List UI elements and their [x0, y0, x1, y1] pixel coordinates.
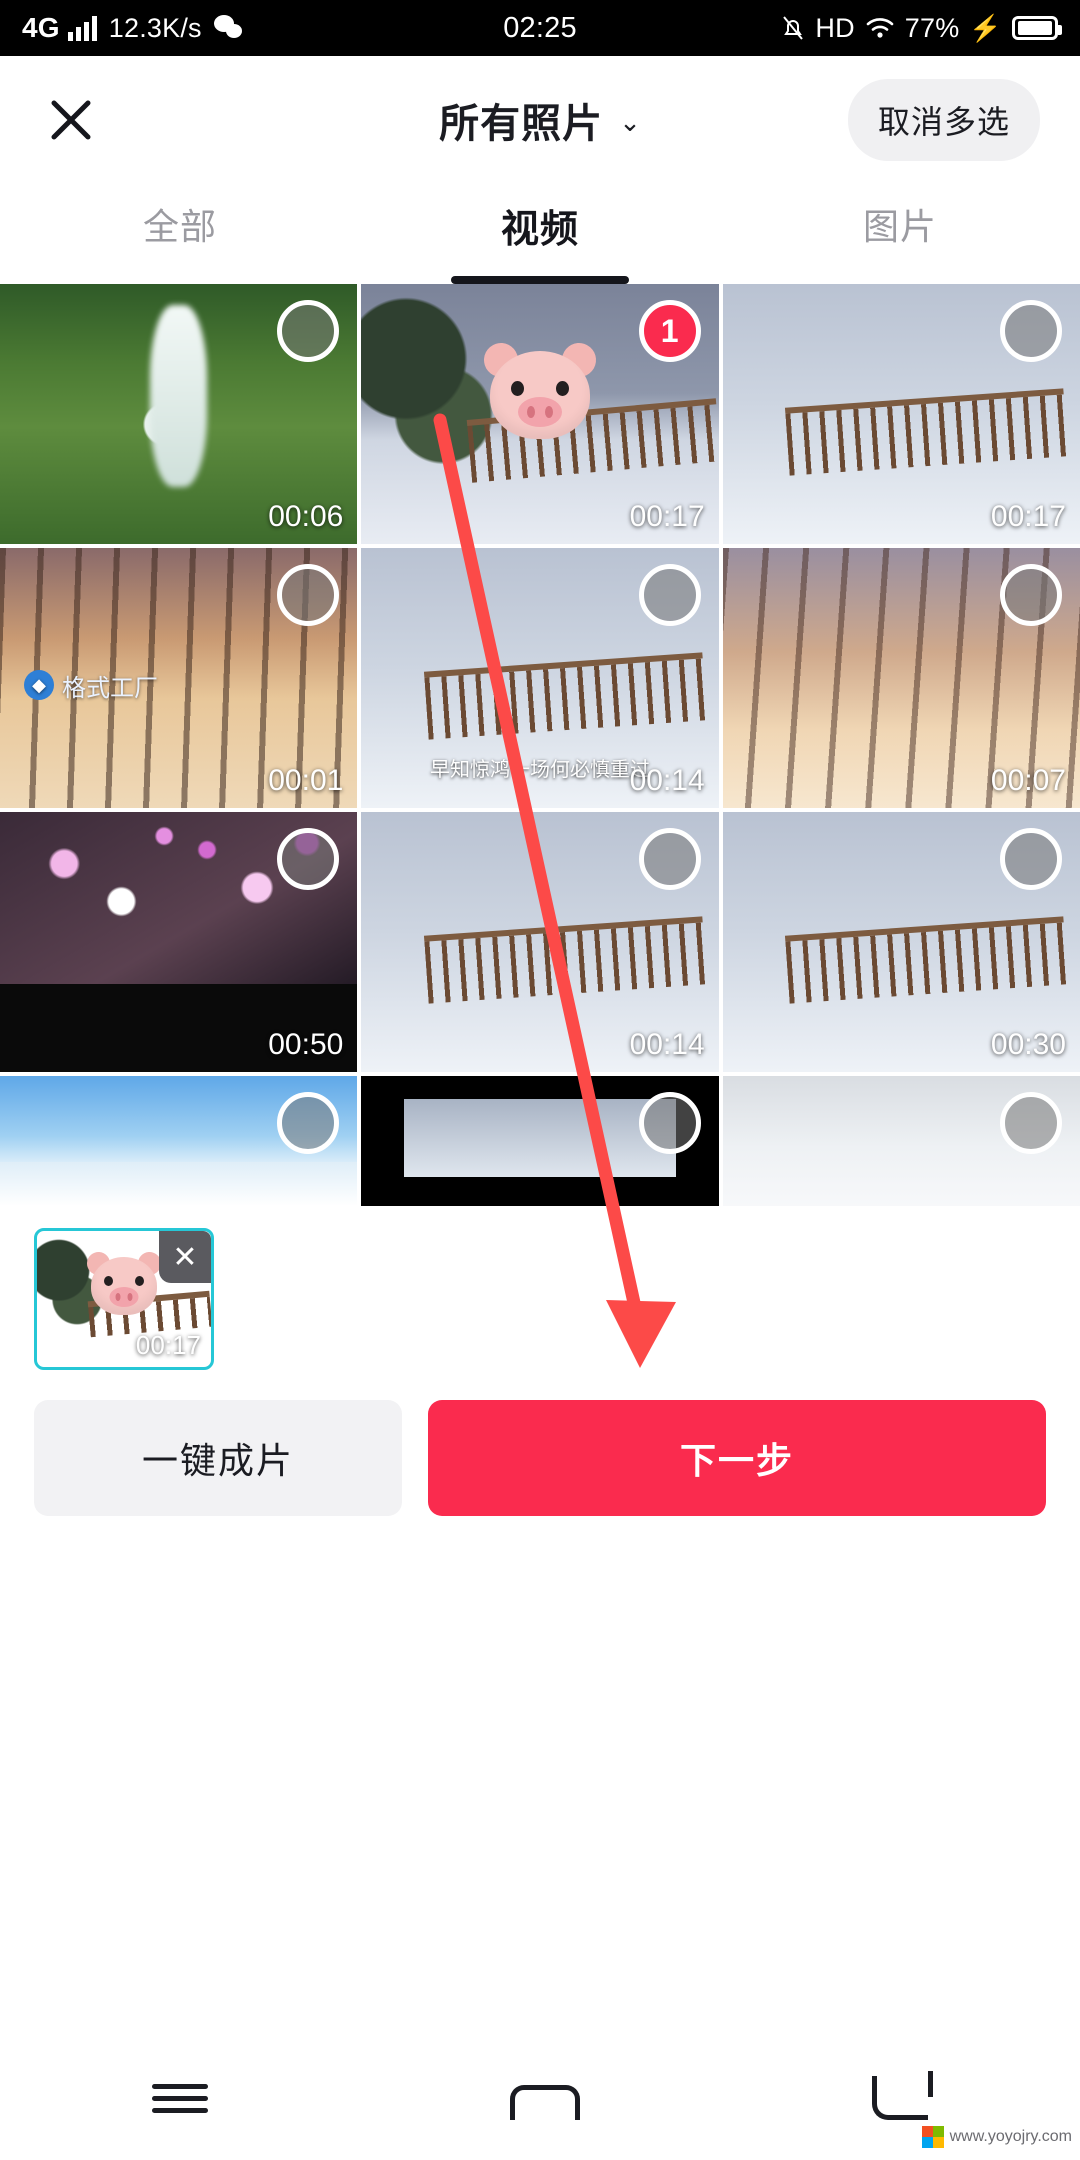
- selected-clips-tray: ✕ 00:17: [0, 1206, 1080, 1386]
- signal-bars-icon: [67, 15, 97, 41]
- media-type-tabs: 全部 视频 图片: [0, 184, 1080, 284]
- picker-header: 所有照片 ⌄ 取消多选: [0, 56, 1080, 184]
- select-circle[interactable]: [277, 300, 340, 362]
- auto-make-video-button[interactable]: 一键成片: [34, 1400, 402, 1516]
- media-cell[interactable]: 00:17: [722, 284, 1080, 544]
- battery-percent-label: 77%: [904, 12, 960, 43]
- watermark-text: 格式工厂: [62, 674, 158, 702]
- status-bar: 4G 12.3K/s 02:25 HD 77% ⚡: [0, 0, 1080, 56]
- select-circle[interactable]: [1000, 1092, 1062, 1154]
- wifi-icon: [865, 16, 895, 40]
- media-cell[interactable]: [0, 1076, 358, 1206]
- tab-underline-active: [451, 276, 629, 284]
- charging-bolt-icon: ⚡: [969, 12, 1002, 43]
- tab-all-label: 全部: [142, 206, 217, 247]
- status-bar-right: HD 77% ⚡: [781, 12, 1062, 44]
- duration-label: 00:17: [990, 500, 1066, 533]
- hd-icon: HD: [815, 12, 855, 43]
- status-bar-left: 4G 12.3K/s: [22, 12, 244, 44]
- tab-all[interactable]: 全部: [0, 184, 360, 284]
- wechat-icon: [213, 15, 244, 41]
- select-circle[interactable]: [638, 1092, 701, 1154]
- duration-label: 00:30: [990, 1028, 1066, 1061]
- duration-label: 00:50: [268, 1028, 344, 1061]
- cancel-multiselect-button[interactable]: 取消多选: [847, 79, 1040, 161]
- select-circle[interactable]: [638, 564, 701, 626]
- tab-image-label: 图片: [862, 206, 937, 247]
- close-icon[interactable]: [40, 89, 102, 151]
- format-factory-watermark: ◆ 格式工厂: [24, 668, 158, 703]
- android-nav-bar: www.yoyojry.com: [0, 2036, 1080, 2160]
- media-cell[interactable]: 00:30: [722, 812, 1080, 1072]
- back-icon[interactable]: [855, 2063, 945, 2133]
- duration-label: 00:17: [135, 1330, 201, 1360]
- media-cell[interactable]: 早知惊鸿一场何必慎重过 00:14: [361, 548, 719, 808]
- duration-label: 00:06: [268, 500, 344, 533]
- tab-video-label: 视频: [500, 209, 579, 251]
- select-circle-checked[interactable]: 1: [638, 300, 701, 362]
- chevron-down-icon: ⌄: [619, 107, 641, 137]
- tab-video[interactable]: 视频: [360, 184, 720, 284]
- network-speed-label: 12.3K/s: [108, 12, 202, 43]
- media-cell[interactable]: ◆ 格式工厂 00:01: [0, 548, 358, 808]
- select-circle[interactable]: [1000, 300, 1062, 362]
- duration-label: 00:01: [268, 764, 344, 797]
- next-step-button[interactable]: 下一步: [428, 1400, 1046, 1516]
- media-picker-sheet: 所有照片 ⌄ 取消多选 全部 视频 图片 00:06 1 00:17 00:17…: [0, 56, 1080, 2160]
- media-cell[interactable]: 00:14: [361, 812, 719, 1072]
- media-cell[interactable]: 00:50: [0, 812, 358, 1072]
- pig-sticker-icon: [84, 1249, 164, 1320]
- page-title: 所有照片: [439, 102, 604, 146]
- pig-sticker-icon: [479, 338, 601, 445]
- select-circle[interactable]: [1000, 564, 1062, 626]
- media-grid: 00:06 1 00:17 00:17 ◆ 格式工厂 00:01 早知惊鸿一场何…: [0, 284, 1080, 1206]
- selected-clip-chip[interactable]: ✕ 00:17: [34, 1228, 214, 1370]
- battery-icon: [1012, 16, 1062, 40]
- menu-icon[interactable]: [135, 2063, 225, 2133]
- select-circle[interactable]: [1000, 828, 1062, 890]
- action-bar: 一键成片 下一步: [0, 1386, 1080, 1516]
- media-cell[interactable]: [361, 1076, 719, 1206]
- duration-label: 00:07: [990, 764, 1066, 797]
- tab-image[interactable]: 图片: [720, 184, 1080, 284]
- subtitle-overlay: 早知惊鸿一场何必慎重过: [429, 759, 650, 781]
- media-cell[interactable]: [722, 1076, 1080, 1206]
- phone-screen: 4G 12.3K/s 02:25 HD 77% ⚡ 所有照片 ⌄ 取消多选 全部…: [0, 0, 1080, 2160]
- remove-clip-icon[interactable]: ✕: [159, 1231, 211, 1283]
- media-cell[interactable]: 00:07: [722, 548, 1080, 808]
- select-circle[interactable]: [277, 828, 340, 890]
- watermark-url: www.yoyojry.com: [949, 2128, 1072, 2145]
- home-icon[interactable]: [495, 2063, 585, 2133]
- duration-label: 00:14: [629, 764, 705, 797]
- select-circle[interactable]: [638, 828, 701, 890]
- duration-label: 00:14: [629, 1028, 705, 1061]
- media-cell[interactable]: 00:06: [0, 284, 358, 544]
- duration-label: 00:17: [629, 500, 705, 533]
- select-circle[interactable]: [277, 1092, 340, 1154]
- site-watermark: www.yoyojry.com: [921, 2126, 1072, 2148]
- windows-logo-icon: [921, 2126, 944, 2148]
- media-cell-selected[interactable]: 1 00:17: [361, 284, 719, 544]
- mute-bell-icon: [781, 14, 805, 42]
- watermark-logo-icon: ◆: [24, 670, 54, 701]
- network-type-label: 4G: [22, 12, 60, 43]
- select-circle[interactable]: [277, 564, 340, 626]
